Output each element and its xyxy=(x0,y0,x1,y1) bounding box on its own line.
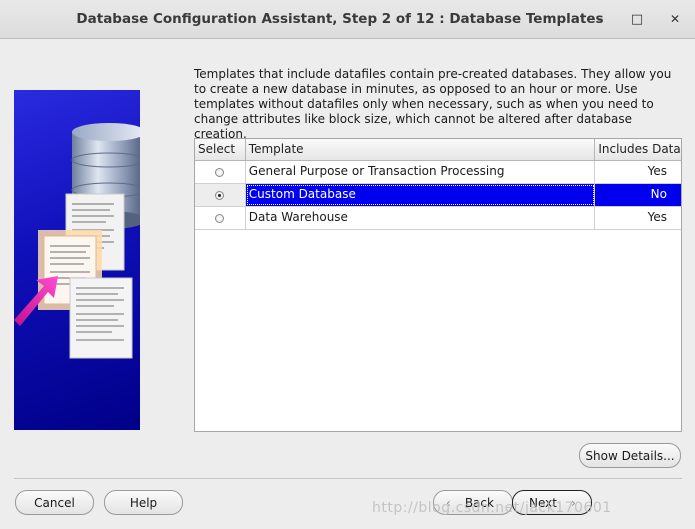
column-header-includes-datafiles[interactable]: Includes Datafiles xyxy=(595,139,681,160)
template-name: Data Warehouse xyxy=(246,207,596,229)
cancel-button[interactable]: Cancel xyxy=(15,490,94,515)
maximize-button[interactable]: □ xyxy=(626,8,648,30)
column-header-template[interactable]: Template xyxy=(246,139,596,160)
templates-description: Templates that include datafiles contain… xyxy=(194,67,672,141)
select-cell[interactable] xyxy=(195,161,246,183)
maximize-icon: □ xyxy=(630,11,644,27)
select-cell[interactable] xyxy=(195,184,246,206)
wizard-banner-image xyxy=(14,90,140,430)
table-row[interactable]: Custom Database No xyxy=(195,184,681,207)
watermark-text: http://blog.csdn.net/jack170601 xyxy=(372,500,612,516)
close-icon: ✕ xyxy=(669,12,681,26)
close-button[interactable]: ✕ xyxy=(664,8,686,30)
table-header: Select Template Includes Datafiles xyxy=(195,139,681,161)
document-icon xyxy=(69,277,133,359)
minimize-icon: – xyxy=(597,12,603,26)
template-name: General Purpose or Transaction Processin… xyxy=(246,161,596,183)
help-label: Help xyxy=(129,495,158,510)
show-details-button[interactable]: Show Details... xyxy=(579,443,681,468)
includes-datafiles-value: No xyxy=(650,187,667,201)
window-title: Database Configuration Assistant, Step 2… xyxy=(76,11,604,27)
table-row[interactable]: General Purpose or Transaction Processin… xyxy=(195,161,681,184)
select-cell[interactable] xyxy=(195,207,246,229)
cancel-label: Cancel xyxy=(34,495,75,510)
help-button[interactable]: Help xyxy=(104,490,183,515)
minimize-button[interactable]: – xyxy=(589,8,611,30)
title-bar: Database Configuration Assistant, Step 2… xyxy=(0,0,695,39)
template-name: Custom Database xyxy=(246,184,596,206)
includes-datafiles-value: Yes xyxy=(647,210,667,224)
show-details-label: Show Details... xyxy=(585,448,675,463)
includes-datafiles-value: Yes xyxy=(647,164,667,178)
templates-table: Select Template Includes Datafiles Gener… xyxy=(194,138,682,432)
database-documents-illustration xyxy=(14,123,140,359)
template-radio[interactable] xyxy=(215,213,225,223)
template-radio-selected[interactable] xyxy=(215,190,225,200)
column-header-select[interactable]: Select xyxy=(195,139,246,160)
footer-divider xyxy=(14,478,682,479)
template-radio[interactable] xyxy=(215,167,225,177)
table-row[interactable]: Data Warehouse Yes xyxy=(195,207,681,230)
